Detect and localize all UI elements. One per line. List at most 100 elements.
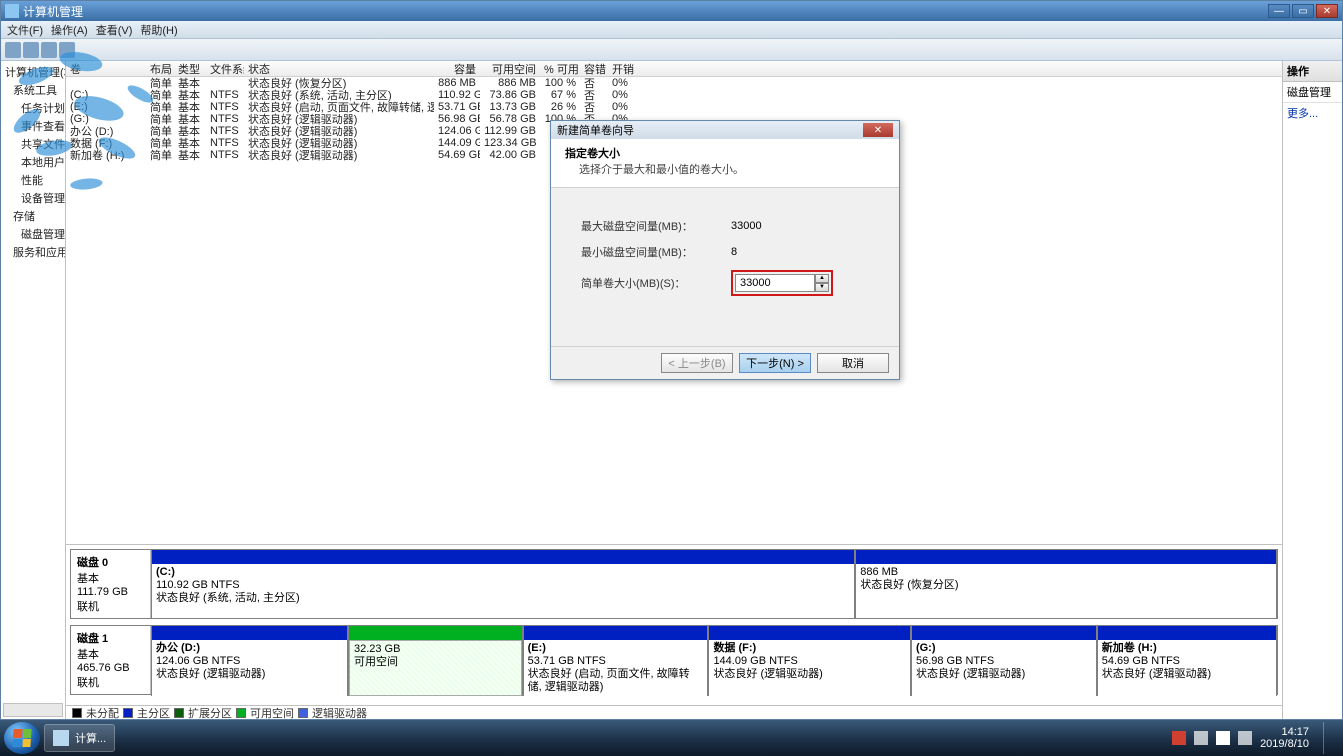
minimize-button[interactable]: — bbox=[1268, 4, 1290, 18]
partition-color-bar bbox=[912, 626, 1096, 640]
partition-color-bar bbox=[1098, 626, 1276, 640]
tree-item[interactable]: 事件查看器 bbox=[1, 117, 65, 135]
tray-time: 14:17 bbox=[1260, 726, 1309, 738]
titlebar[interactable]: 计算机管理 — ▭ ✕ bbox=[1, 1, 1342, 21]
col-overhead[interactable]: 开销 bbox=[608, 61, 640, 77]
col-volume[interactable]: 卷 bbox=[66, 61, 146, 77]
wizard-close-button[interactable]: ✕ bbox=[863, 123, 893, 137]
tree-item[interactable]: 性能 bbox=[1, 171, 65, 189]
partition-color-bar bbox=[152, 626, 347, 640]
disk-pane: 磁盘 1基本465.76 GB联机办公 (D:)124.06 GB NTFS状态… bbox=[70, 625, 1278, 695]
tray-sogou-icon[interactable] bbox=[1172, 731, 1186, 745]
disk-info[interactable]: 磁盘 1基本465.76 GB联机 bbox=[71, 626, 151, 694]
actions-panel: 操作 磁盘管理 更多... bbox=[1282, 61, 1342, 719]
tree-item[interactable]: 服务和应用程序 bbox=[1, 243, 65, 261]
disk-diagram: 磁盘 0基本111.79 GB联机(C:)110.92 GB NTFS状态良好 … bbox=[66, 544, 1282, 705]
actions-more-link[interactable]: 更多... bbox=[1283, 103, 1342, 123]
taskbar[interactable]: 计算... 14:17 2019/8/10 bbox=[0, 720, 1343, 756]
partition[interactable]: 新加卷 (H:)54.69 GB NTFS状态良好 (逻辑驱动器) bbox=[1097, 626, 1277, 696]
wizard-cancel-button[interactable]: 取消 bbox=[817, 353, 889, 373]
tree-root[interactable]: 计算机管理(本地) bbox=[1, 63, 65, 81]
disk-info[interactable]: 磁盘 0基本111.79 GB联机 bbox=[71, 550, 151, 618]
volume-size-label: 简单卷大小(MB)(S)： bbox=[581, 275, 731, 291]
menu-file[interactable]: 文件(F) bbox=[7, 22, 43, 38]
legend-logical: 逻辑驱动器 bbox=[312, 705, 367, 721]
nav-tree[interactable]: 计算机管理(本地) 系统工具 任务计划程序 事件查看器 共享文件夹 本地用户和组… bbox=[1, 61, 66, 719]
toolbar-forward-icon[interactable] bbox=[23, 42, 39, 58]
wizard-header: 指定卷大小 选择介于最大和最小值的卷大小。 bbox=[551, 139, 899, 188]
partition[interactable]: 数据 (F:)144.09 GB NTFS状态良好 (逻辑驱动器) bbox=[708, 626, 911, 696]
partition-body: (C:)110.92 GB NTFS状态良好 (系统, 活动, 主分区) bbox=[152, 564, 854, 618]
tree-item[interactable]: 系统工具 bbox=[1, 81, 65, 99]
tree-item[interactable]: 本地用户和组 bbox=[1, 153, 65, 171]
spinner-down-icon[interactable]: ▼ bbox=[815, 283, 829, 292]
legend-free: 可用空间 bbox=[250, 705, 294, 721]
tray-clock[interactable]: 14:17 2019/8/10 bbox=[1260, 726, 1309, 750]
partition-body: 32.23 GB可用空间 bbox=[349, 640, 522, 696]
start-button[interactable] bbox=[4, 722, 40, 754]
window-title: 计算机管理 bbox=[23, 3, 1268, 20]
partition-body: 数据 (F:)144.09 GB NTFS状态良好 (逻辑驱动器) bbox=[709, 640, 910, 696]
taskbar-app-icon bbox=[53, 730, 69, 746]
system-tray: 14:17 2019/8/10 bbox=[1172, 722, 1339, 754]
partition-color-bar bbox=[709, 626, 910, 640]
toolbar-refresh-icon[interactable] bbox=[41, 42, 57, 58]
legend-extended: 扩展分区 bbox=[188, 705, 232, 721]
wizard-heading: 指定卷大小 bbox=[565, 145, 885, 161]
partition[interactable]: (E:)53.71 GB NTFS状态良好 (启动, 页面文件, 故障转储, 逻… bbox=[523, 626, 709, 696]
tree-item[interactable]: 设备管理器 bbox=[1, 189, 65, 207]
tray-chevron-up-icon[interactable] bbox=[1194, 731, 1208, 745]
partition-color-bar bbox=[524, 626, 708, 640]
actions-section[interactable]: 磁盘管理 bbox=[1283, 82, 1342, 103]
max-space-value: 33000 bbox=[731, 220, 851, 232]
partition-body: (E:)53.71 GB NTFS状态良好 (启动, 页面文件, 故障转储, 逻… bbox=[524, 640, 708, 696]
wizard-back-button[interactable]: < 上一步(B) bbox=[661, 353, 733, 373]
tree-item[interactable]: 存储 bbox=[1, 207, 65, 225]
tray-speaker-icon[interactable] bbox=[1238, 731, 1252, 745]
legend-bar: 未分配 主分区 扩展分区 可用空间 逻辑驱动器 bbox=[66, 705, 1282, 719]
wizard-titlebar[interactable]: 新建简单卷向导 ✕ bbox=[551, 121, 899, 139]
tree-scrollbar[interactable] bbox=[3, 703, 63, 717]
show-desktop-button[interactable] bbox=[1323, 722, 1333, 754]
min-space-value: 8 bbox=[731, 246, 851, 258]
col-pct[interactable]: % 可用 bbox=[540, 61, 580, 77]
partition-color-bar bbox=[152, 550, 854, 564]
legend-unalloc: 未分配 bbox=[86, 705, 119, 721]
partition[interactable]: 886 MB状态良好 (恢复分区) bbox=[855, 550, 1277, 618]
toolbar-help-icon[interactable] bbox=[59, 42, 75, 58]
col-capacity[interactable]: 容量 bbox=[434, 61, 480, 77]
windows-logo-icon bbox=[12, 729, 31, 747]
legend-primary: 主分区 bbox=[137, 705, 170, 721]
maximize-button[interactable]: ▭ bbox=[1292, 4, 1314, 18]
app-icon bbox=[5, 4, 19, 18]
tray-flag-icon[interactable] bbox=[1216, 731, 1230, 745]
taskbar-app-button[interactable]: 计算... bbox=[44, 724, 115, 752]
spinner-up-icon[interactable]: ▲ bbox=[815, 274, 829, 283]
tray-date: 2019/8/10 bbox=[1260, 738, 1309, 750]
partition-color-bar bbox=[856, 550, 1276, 564]
tree-item[interactable]: 任务计划程序 bbox=[1, 99, 65, 117]
partition[interactable]: (G:)56.98 GB NTFS状态良好 (逻辑驱动器) bbox=[911, 626, 1097, 696]
menu-bar: 文件(F) 操作(A) 查看(V) 帮助(H) bbox=[1, 21, 1342, 39]
close-button[interactable]: ✕ bbox=[1316, 4, 1338, 18]
taskbar-app-label: 计算... bbox=[75, 730, 106, 746]
new-volume-wizard: 新建简单卷向导 ✕ 指定卷大小 选择介于最大和最小值的卷大小。 最大磁盘空间量(… bbox=[550, 120, 900, 380]
partition[interactable]: 办公 (D:)124.06 GB NTFS状态良好 (逻辑驱动器) bbox=[151, 626, 348, 696]
wizard-next-button[interactable]: 下一步(N) > bbox=[739, 353, 811, 373]
partition-body: 886 MB状态良好 (恢复分区) bbox=[856, 564, 1276, 618]
partition[interactable]: 32.23 GB可用空间 bbox=[348, 626, 523, 696]
wizard-subheading: 选择介于最大和最小值的卷大小。 bbox=[565, 161, 885, 177]
menu-help[interactable]: 帮助(H) bbox=[140, 22, 177, 38]
tree-item[interactable]: 共享文件夹 bbox=[1, 135, 65, 153]
partition[interactable]: (C:)110.92 GB NTFS状态良好 (系统, 活动, 主分区) bbox=[151, 550, 855, 618]
col-free[interactable]: 可用空间 bbox=[480, 61, 540, 77]
disk-pane: 磁盘 0基本111.79 GB联机(C:)110.92 GB NTFS状态良好 … bbox=[70, 549, 1278, 619]
menu-action[interactable]: 操作(A) bbox=[51, 22, 88, 38]
tree-item-disk-management[interactable]: 磁盘管理 bbox=[1, 225, 65, 243]
volume-size-input[interactable] bbox=[735, 274, 815, 292]
col-fs[interactable]: 文件系统 bbox=[206, 61, 244, 77]
menu-view[interactable]: 查看(V) bbox=[96, 22, 133, 38]
partition-body: 新加卷 (H:)54.69 GB NTFS状态良好 (逻辑驱动器) bbox=[1098, 640, 1276, 696]
toolbar-back-icon[interactable] bbox=[5, 42, 21, 58]
volume-size-highlight: ▲ ▼ bbox=[731, 270, 833, 296]
